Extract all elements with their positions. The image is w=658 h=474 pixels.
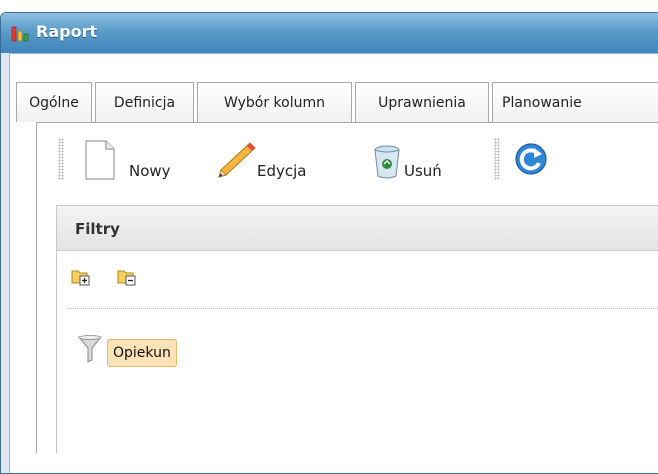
title-bar[interactable]: Raport [1,13,658,53]
toolbar-grip[interactable] [58,138,64,180]
refresh-button[interactable] [514,138,554,182]
folder-add-icon[interactable] [71,268,91,286]
edit-button-label: Edycja [257,162,307,180]
new-button-label: Nowy [129,162,171,180]
filters-title: Filtry [75,220,120,238]
pencil-icon [218,142,256,178]
new-button[interactable]: Nowy [84,138,194,182]
chart-app-icon [11,26,29,42]
filter-node-opiekun[interactable]: Opiekun [107,339,177,367]
tab-uprawnienia[interactable]: Uprawnienia [355,82,489,122]
delete-button[interactable]: Usuń [372,138,472,182]
folder-remove-icon[interactable] [117,268,137,286]
edit-button[interactable]: Edycja [214,138,344,182]
tab-planowanie[interactable]: Planowanie [492,82,658,122]
filters-header: Filtry [57,206,658,251]
recycle-bin-icon [374,145,400,179]
tab-definicja[interactable]: Definicja [95,82,194,122]
toolbar-separator [67,308,658,309]
toolbar-grip-2[interactable] [494,138,500,180]
window-title: Raport [36,22,98,41]
delete-button-label: Usuń [404,162,442,180]
new-document-icon [85,140,115,180]
tab-wybor-kolumn[interactable]: Wybór kolumn [197,82,352,122]
funnel-icon [77,335,103,363]
filters-panel: Filtry [56,205,658,453]
tab-ogolne[interactable]: Ogólne [16,82,92,122]
refresh-icon [515,143,547,175]
